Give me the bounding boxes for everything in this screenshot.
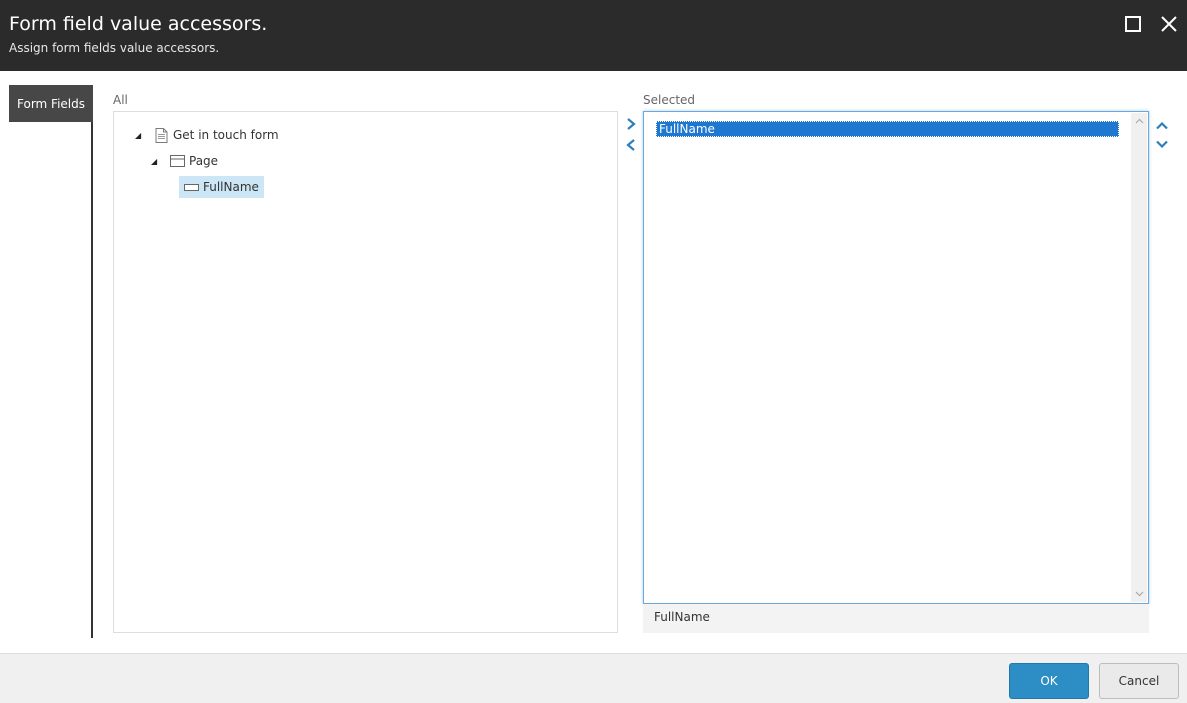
move-down-button[interactable] (1155, 137, 1169, 151)
close-button[interactable] (1158, 13, 1180, 35)
tab-strip: Form Fields (0, 85, 93, 638)
chevron-down-icon (1135, 591, 1143, 597)
ok-button[interactable]: OK (1009, 663, 1089, 699)
tree-node-label: Get in touch form (173, 128, 279, 142)
tree-node-label: FullName (203, 180, 259, 194)
scroll-up-button[interactable] (1131, 113, 1147, 129)
selected-value-footer: FullName (643, 604, 1149, 633)
chevron-up-icon (1156, 121, 1168, 129)
collapse-toggle-icon[interactable]: ◢ (135, 131, 145, 140)
document-icon (153, 127, 169, 143)
collapse-toggle-icon[interactable]: ◢ (151, 157, 161, 166)
close-icon (1161, 16, 1177, 32)
tree-node-page[interactable]: ◢ Page (151, 150, 218, 172)
page-icon (169, 153, 185, 169)
list-item[interactable]: FullName (656, 121, 1119, 137)
chevron-left-icon (626, 139, 635, 151)
maximize-button[interactable] (1122, 13, 1144, 35)
scrollbar[interactable] (1131, 113, 1147, 602)
dialog-header: Form field value accessors. Assign form … (0, 0, 1187, 71)
all-tree-panel[interactable]: ◢ Get in touch form ◢ Page FullName (113, 111, 618, 633)
tree-node-fullname[interactable]: FullName (179, 176, 264, 198)
tree-node-label: Page (189, 154, 219, 168)
dialog-subtitle: Assign form fields value accessors. (9, 41, 220, 55)
chevron-right-icon (627, 118, 636, 130)
tree-node-form[interactable]: ◢ Get in touch form (135, 124, 279, 146)
cancel-button[interactable]: Cancel (1099, 663, 1179, 699)
chevron-down-icon (1156, 140, 1168, 148)
selected-label: Selected (643, 93, 696, 107)
dialog-title: Form field value accessors. (9, 13, 268, 35)
remove-button[interactable] (624, 138, 638, 152)
selected-list[interactable]: FullName (643, 111, 1149, 604)
chevron-up-icon (1135, 118, 1143, 124)
add-button[interactable] (624, 117, 638, 131)
tab-form-fields[interactable]: Form Fields (9, 85, 93, 122)
text-field-icon (183, 179, 199, 195)
all-label: All (113, 93, 128, 107)
maximize-icon (1125, 16, 1141, 32)
scroll-down-button[interactable] (1131, 586, 1147, 602)
move-up-button[interactable] (1155, 118, 1169, 132)
dialog-footer: OK Cancel (0, 653, 1187, 703)
